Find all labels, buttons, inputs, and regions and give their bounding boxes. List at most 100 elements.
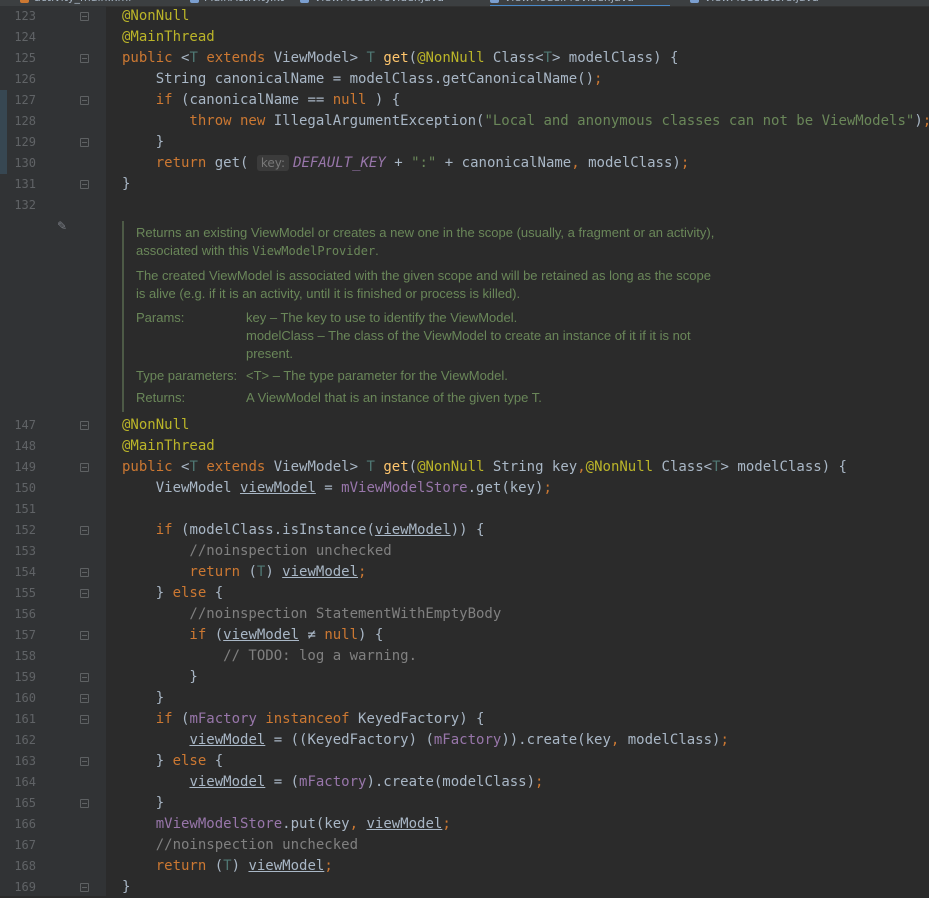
fold-toggle-icon[interactable]: [80, 757, 89, 766]
code-token: ;: [442, 816, 451, 832]
code-line[interactable]: @MainThread: [122, 27, 215, 48]
code-token: extends: [197, 459, 274, 475]
code-token: if: [122, 711, 182, 727]
code-token: }: [122, 753, 173, 769]
line-number: 163: [14, 754, 36, 768]
code-token: (modelClass.isInstance(: [181, 522, 375, 538]
doc-paragraph-1: Returns an existing ViewModel or creates…: [136, 225, 715, 258]
code-line[interactable]: ViewModel viewModel = mViewModelStore.ge…: [122, 478, 552, 499]
code-token: ;: [594, 71, 603, 87]
line-number: 156: [14, 607, 36, 621]
fold-toggle-icon[interactable]: [80, 694, 89, 703]
code-line[interactable]: public <T extends ViewModel> T get(@NonN…: [122, 48, 678, 69]
tab-label: MainActivity.kt: [204, 0, 284, 4]
fold-toggle-icon[interactable]: [80, 568, 89, 577]
code-line[interactable]: return (T) viewModel;: [122, 562, 366, 583]
code-line[interactable]: return get( key: DEFAULT_KEY + ":" + cano…: [122, 153, 689, 174]
code-line[interactable]: //noinspection unchecked: [122, 835, 358, 856]
code-token: }: [122, 879, 131, 895]
code-line[interactable]: if (modelClass.isInstance(viewModel)) {: [122, 520, 485, 541]
fold-toggle-icon[interactable]: [80, 463, 89, 472]
fold-toggle-icon[interactable]: [80, 631, 89, 640]
code-token: DEFAULT_KEY: [293, 155, 386, 171]
line-number: 157: [14, 628, 36, 642]
tab-label: ViewModelProvider.java: [314, 0, 444, 4]
code-line[interactable]: //noinspection unchecked: [122, 541, 392, 562]
vcs-change-marker[interactable]: [0, 153, 7, 174]
code-token: //noinspection unchecked: [122, 543, 392, 559]
code-token: (canonicalName ==: [181, 92, 333, 108]
fold-toggle-icon[interactable]: [80, 96, 89, 105]
line-number: 149: [14, 460, 36, 474]
code-token: ≠: [299, 627, 325, 643]
doc-typeparam-t: <T> – The type parameter for the ViewMod…: [246, 368, 508, 383]
vcs-change-marker[interactable]: [0, 132, 7, 153]
code-token: @NonNull: [417, 50, 485, 66]
code-line[interactable]: if (canonicalName == null ) {: [122, 90, 400, 111]
line-number: 154: [14, 565, 36, 579]
code-line[interactable]: String canonicalName = modelClass.getCan…: [122, 69, 603, 90]
vcs-change-marker[interactable]: [0, 111, 7, 132]
line-number: 152: [14, 523, 36, 537]
edit-doc-pencil-icon[interactable]: ✎: [57, 219, 67, 233]
code-line[interactable]: if (viewModel ≠ null) {: [122, 625, 383, 646]
code-token: (: [214, 627, 224, 643]
editor-tab[interactable]: activity_main.xml: [20, 0, 170, 5]
file-type-icon: [20, 0, 29, 3]
rendered-javadoc: Returns an existing ViewModel or creates…: [122, 221, 929, 412]
code-line[interactable]: }: [122, 132, 164, 153]
fold-toggle-icon[interactable]: [80, 54, 89, 63]
code-token: Class<: [653, 459, 713, 475]
code-line[interactable]: }: [122, 877, 130, 898]
fold-toggle-icon[interactable]: [80, 421, 89, 430]
code-line[interactable]: @NonNull: [122, 6, 189, 27]
code-token: String key: [484, 459, 578, 475]
fold-toggle-icon[interactable]: [80, 883, 89, 892]
line-number: 168: [14, 859, 36, 873]
code-line[interactable]: @NonNull: [122, 415, 189, 436]
line-number: 167: [14, 838, 36, 852]
code-token: viewModel: [248, 858, 325, 874]
code-line[interactable]: } else {: [122, 751, 223, 772]
editor-tab[interactable]: ViewModelStore.java: [690, 0, 840, 5]
vcs-change-marker[interactable]: [0, 90, 7, 111]
code-line[interactable]: viewModel = (mFactory).create(modelClass…: [122, 772, 543, 793]
parameter-hint: key:: [256, 155, 290, 171]
code-line[interactable]: mViewModelStore.put(key, viewModel;: [122, 814, 451, 835]
line-number: 161: [14, 712, 36, 726]
code-line[interactable]: public <T extends ViewModel> T get(@NonN…: [122, 457, 847, 478]
code-line[interactable]: //noinspection StatementWithEmptyBody: [122, 604, 501, 625]
code-line[interactable]: return (T) viewModel;: [122, 856, 333, 877]
code-token: ).create(modelClass): [366, 774, 536, 790]
line-number: 159: [14, 670, 36, 684]
code-token: (: [248, 564, 257, 580]
fold-toggle-icon[interactable]: [80, 12, 89, 21]
code-line[interactable]: if (mFactory instanceof KeyedFactory) {: [122, 709, 485, 730]
code-token: viewModel: [366, 816, 443, 832]
code-line[interactable]: }: [122, 174, 130, 195]
code-token: }: [122, 134, 165, 150]
code-token: //noinspection unchecked: [122, 837, 359, 853]
fold-toggle-icon[interactable]: [80, 715, 89, 724]
code-token: //noinspection StatementWithEmptyBody: [122, 606, 502, 622]
code-line[interactable]: }: [122, 688, 164, 709]
fold-toggle-icon[interactable]: [80, 673, 89, 682]
fold-toggle-icon[interactable]: [80, 138, 89, 147]
editor-tab[interactable]: ViewModelProvider.java: [490, 0, 670, 6]
editor-tab[interactable]: ViewModelProvider.java: [300, 0, 470, 5]
code-line[interactable]: // TODO: log a warning.: [122, 646, 417, 667]
code-line[interactable]: throw new IllegalArgumentException("Loca…: [122, 111, 929, 132]
editor-tab[interactable]: MainActivity.kt: [190, 0, 290, 5]
code-token: ,: [349, 816, 359, 832]
file-type-icon: [190, 0, 199, 3]
code-line[interactable]: viewModel = ((KeyedFactory) (mFactory)).…: [122, 730, 728, 751]
code-line[interactable]: @MainThread: [122, 436, 215, 457]
code-line[interactable]: }: [122, 667, 197, 688]
code-token: ;: [358, 564, 367, 580]
fold-toggle-icon[interactable]: [80, 180, 89, 189]
fold-toggle-icon[interactable]: [80, 589, 89, 598]
fold-toggle-icon[interactable]: [80, 799, 89, 808]
code-line[interactable]: }: [122, 793, 164, 814]
fold-toggle-icon[interactable]: [80, 526, 89, 535]
code-line[interactable]: } else {: [122, 583, 223, 604]
